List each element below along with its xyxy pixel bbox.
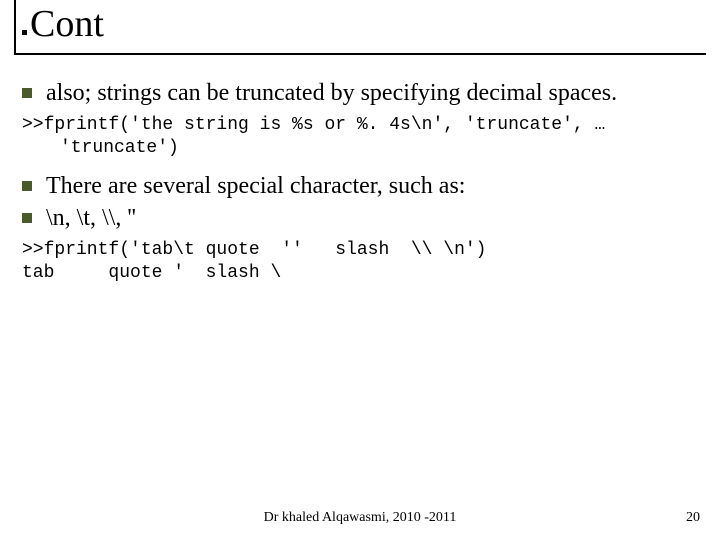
code-line: tab quote ' slash \	[22, 263, 281, 283]
bullet-text: also; strings can be truncated by specif…	[46, 78, 617, 108]
bullet-text: \n, \t, \\, ''	[46, 203, 136, 233]
bullet-item: There are several special character, suc…	[22, 171, 702, 201]
code-block: >>fprintf('tab\t quote '' slash \\ \n') …	[22, 239, 702, 286]
page-number: 20	[686, 510, 700, 526]
footer-text: Dr khaled Alqawasmi, 2010 -2011	[0, 510, 720, 526]
code-block: >>fprintf('the string is %s or %. 4s\n',…	[22, 114, 702, 161]
title-area: Cont	[0, 0, 720, 8]
code-line: 'truncate')	[22, 138, 179, 158]
square-bullet-icon	[22, 213, 32, 223]
bullet-text: There are several special character, suc…	[46, 171, 465, 201]
square-bullet-icon	[22, 88, 32, 98]
code-line: >>fprintf('the string is %s or %. 4s\n',…	[22, 115, 605, 135]
square-bullet-icon	[22, 181, 32, 191]
bullet-item: \n, \t, \\, ''	[22, 203, 702, 233]
code-line: >>fprintf('tab\t quote '' slash \\ \n')	[22, 240, 486, 260]
title-bullet-icon	[22, 30, 27, 35]
title-border-horizontal	[14, 53, 706, 55]
title-border-vertical	[14, 0, 16, 55]
bullet-item: also; strings can be truncated by specif…	[22, 78, 702, 108]
slide-content: also; strings can be truncated by specif…	[22, 78, 702, 296]
slide-title: Cont	[30, 2, 104, 46]
